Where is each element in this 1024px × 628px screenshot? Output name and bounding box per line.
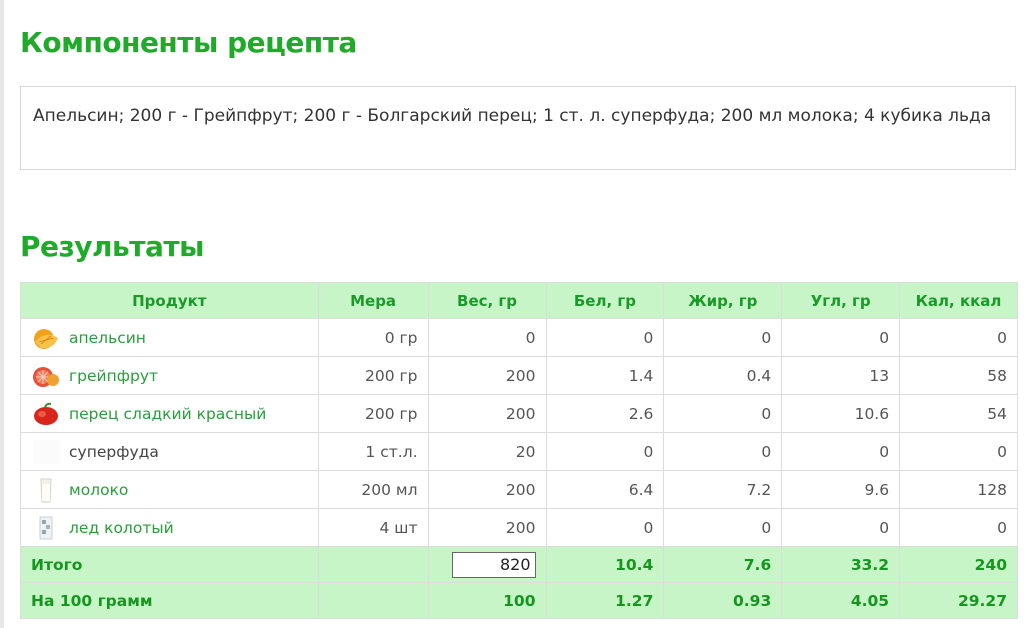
table-row: суперфуда 1 ст.л. 20 0 0 0 0 bbox=[20, 432, 1018, 471]
fat-cell: 0 bbox=[663, 508, 783, 547]
total-label: Итого bbox=[20, 546, 319, 583]
product-link-red-pepper[interactable]: перец сладкий красный bbox=[69, 405, 266, 423]
total-fat: 7.6 bbox=[663, 546, 783, 583]
carbs-cell: 9.6 bbox=[781, 470, 901, 509]
per100-fat: 0.93 bbox=[663, 582, 783, 619]
red-pepper-icon bbox=[34, 402, 58, 425]
product-name-superfood: суперфуда bbox=[69, 442, 159, 461]
measure-cell: 200 мл bbox=[317, 470, 429, 509]
measure-cell: 1 ст.л. bbox=[317, 432, 429, 471]
protein-cell: 0 bbox=[545, 432, 665, 471]
total-protein: 10.4 bbox=[545, 546, 665, 583]
protein-cell: 0 bbox=[545, 508, 665, 547]
table-header-row: Продукт Мера Вес, гр Бел, гр Жир, гр Угл… bbox=[20, 282, 1018, 319]
product-cell: молоко bbox=[20, 470, 319, 509]
total-measure-cell bbox=[317, 546, 429, 583]
product-link-crushed-ice[interactable]: лед колотый bbox=[69, 519, 174, 537]
product-link-orange[interactable]: апельсин bbox=[69, 329, 146, 347]
kcal-cell: 0 bbox=[899, 508, 1018, 547]
measure-cell: 200 гр bbox=[317, 356, 429, 395]
kcal-cell: 58 bbox=[899, 356, 1018, 395]
weight-cell: 20 bbox=[427, 432, 547, 471]
kcal-cell: 0 bbox=[899, 318, 1018, 357]
protein-cell: 2.6 bbox=[545, 394, 665, 433]
weight-cell: 0 bbox=[427, 318, 547, 357]
fat-cell: 0 bbox=[663, 394, 783, 433]
crushed-ice-icon bbox=[39, 516, 53, 539]
table-row: перец сладкий красный 200 гр 200 2.6 0 1… bbox=[20, 394, 1018, 433]
header-product: Продукт bbox=[20, 282, 319, 319]
milk-glass-icon bbox=[40, 478, 52, 502]
weight-cell: 200 bbox=[427, 356, 547, 395]
per100-row: На 100 грамм 100 1.27 0.93 4.05 29.27 bbox=[20, 582, 1018, 619]
header-weight: Вес, гр bbox=[427, 282, 547, 319]
protein-cell: 1.4 bbox=[545, 356, 665, 395]
total-row: Итого 10.4 7.6 33.2 240 bbox=[20, 546, 1018, 583]
measure-cell: 4 шт bbox=[317, 508, 429, 547]
kcal-cell: 0 bbox=[899, 432, 1018, 471]
carbs-cell: 10.6 bbox=[781, 394, 901, 433]
header-fat: Жир, гр bbox=[663, 282, 783, 319]
results-table: Продукт Мера Вес, гр Бел, гр Жир, гр Угл… bbox=[20, 282, 1018, 619]
product-cell: перец сладкий красный bbox=[20, 394, 319, 433]
product-cell: лед колотый bbox=[20, 508, 319, 547]
product-link-grapefruit[interactable]: грейпфрут bbox=[69, 367, 158, 385]
left-border bbox=[0, 0, 4, 628]
fat-cell: 0 bbox=[663, 318, 783, 357]
carbs-cell: 0 bbox=[781, 508, 901, 547]
header-protein: Бел, гр bbox=[545, 282, 665, 319]
measure-cell: 200 гр bbox=[317, 394, 429, 433]
per100-label: На 100 грамм bbox=[20, 582, 319, 619]
total-weight-cell bbox=[427, 546, 547, 583]
weight-cell: 200 bbox=[427, 470, 547, 509]
components-title: Компоненты рецепта bbox=[20, 26, 357, 59]
per100-protein: 1.27 bbox=[545, 582, 665, 619]
results-title: Результаты bbox=[20, 230, 204, 263]
product-cell: апельсин bbox=[20, 318, 319, 357]
carbs-cell: 0 bbox=[781, 432, 901, 471]
components-box: Апельсин; 200 г - Грейпфрут; 200 г - Бол… bbox=[20, 86, 1016, 170]
per100-kcal: 29.27 bbox=[899, 582, 1018, 619]
protein-cell: 0 bbox=[545, 318, 665, 357]
fat-cell: 0 bbox=[663, 432, 783, 471]
grapefruit-icon bbox=[33, 366, 59, 387]
table-row: апельсин 0 гр 0 0 0 0 0 bbox=[20, 318, 1018, 357]
orange-icon bbox=[34, 328, 58, 349]
carbs-cell: 0 bbox=[781, 318, 901, 357]
protein-cell: 6.4 bbox=[545, 470, 665, 509]
total-kcal: 240 bbox=[899, 546, 1018, 583]
product-link-milk[interactable]: молоко bbox=[69, 481, 128, 499]
header-carbs: Угл, гр bbox=[781, 282, 901, 319]
measure-cell: 0 гр bbox=[317, 318, 429, 357]
total-weight-input[interactable] bbox=[451, 551, 536, 578]
carbs-cell: 13 bbox=[781, 356, 901, 395]
product-cell: грейпфрут bbox=[20, 356, 319, 395]
header-measure: Мера bbox=[317, 282, 429, 319]
weight-cell: 200 bbox=[427, 394, 547, 433]
weight-cell: 200 bbox=[427, 508, 547, 547]
blank-icon bbox=[33, 439, 59, 464]
fat-cell: 7.2 bbox=[663, 470, 783, 509]
kcal-cell: 128 bbox=[899, 470, 1018, 509]
fat-cell: 0.4 bbox=[663, 356, 783, 395]
per100-weight: 100 bbox=[427, 582, 547, 619]
table-row: молоко 200 мл 200 6.4 7.2 9.6 128 bbox=[20, 470, 1018, 509]
product-cell: суперфуда bbox=[20, 432, 319, 471]
table-row: лед колотый 4 шт 200 0 0 0 0 bbox=[20, 508, 1018, 547]
table-row: грейпфрут 200 гр 200 1.4 0.4 13 58 bbox=[20, 356, 1018, 395]
kcal-cell: 54 bbox=[899, 394, 1018, 433]
total-carbs: 33.2 bbox=[781, 546, 901, 583]
per100-measure-cell bbox=[317, 582, 429, 619]
per100-carbs: 4.05 bbox=[781, 582, 901, 619]
header-kcal: Кал, ккал bbox=[899, 282, 1018, 319]
components-text: Апельсин; 200 г - Грейпфрут; 200 г - Бол… bbox=[33, 106, 992, 126]
